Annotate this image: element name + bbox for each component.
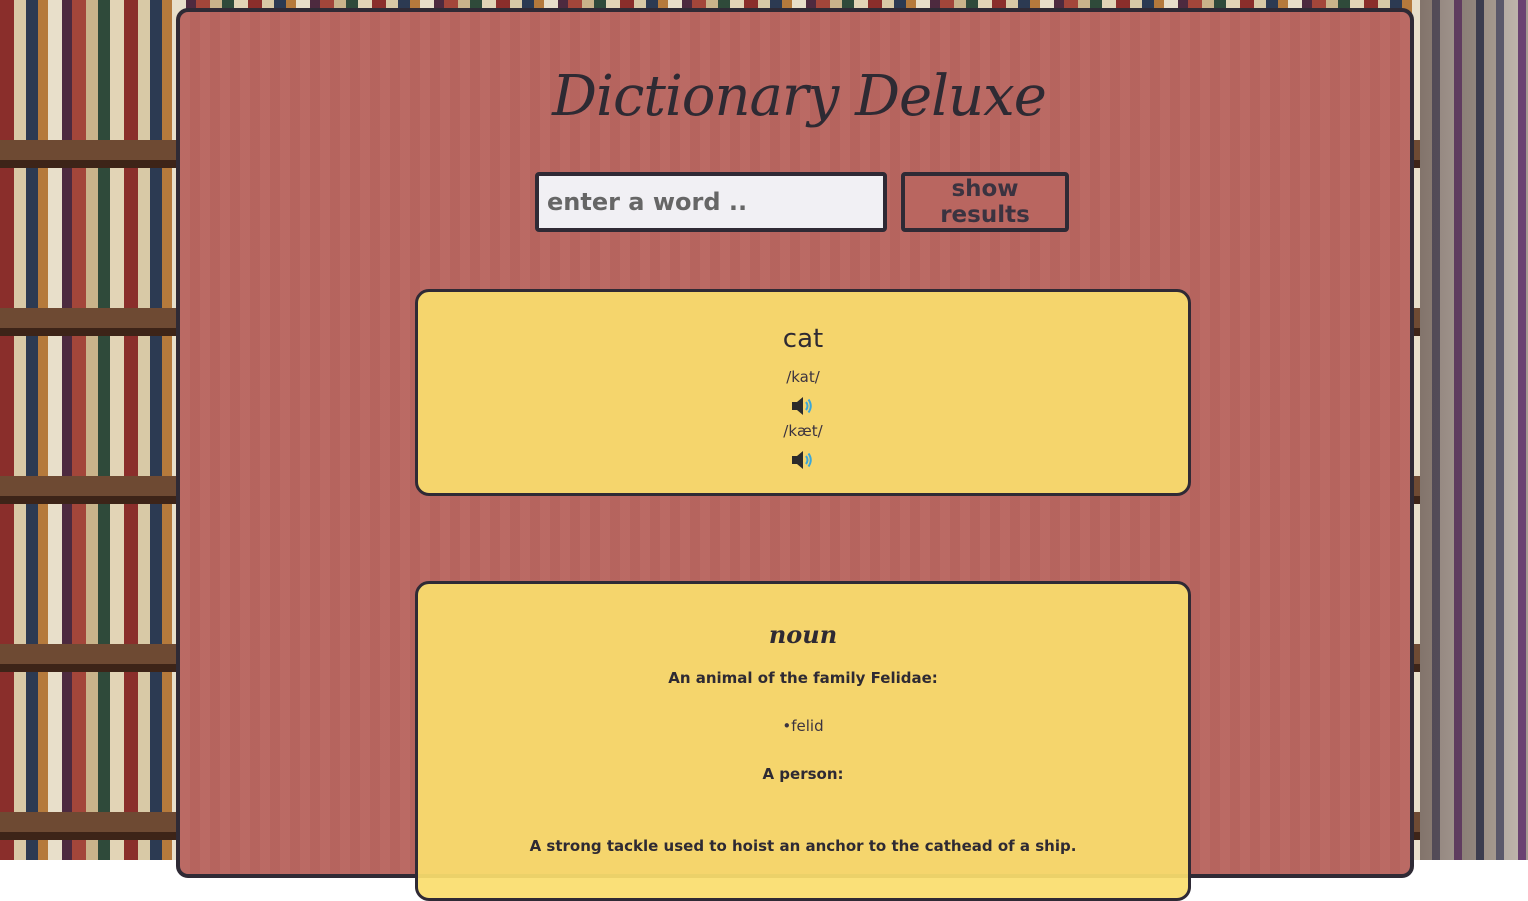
phonetic-text: /kæt/ <box>783 422 823 440</box>
synonym-text: •felid <box>782 717 824 735</box>
phonetic-text: /kat/ <box>786 368 820 386</box>
definition-text: An animal of the family Felidae: <box>668 669 938 687</box>
bookshelf-background-right <box>1420 0 1528 860</box>
show-results-button[interactable]: show results <box>901 172 1069 232</box>
speaker-icon[interactable] <box>790 395 816 417</box>
main-panel: Dictionary Deluxe show results cat /kat/… <box>176 8 1414 901</box>
meaning-card: noun An animal of the family Felidae: •f… <box>415 581 1191 901</box>
definition-text: A strong tackle used to hoist an anchor … <box>529 837 1077 855</box>
definition-text: A person: <box>762 765 844 783</box>
part-of-speech: noun <box>768 620 838 649</box>
search-input[interactable] <box>535 172 887 232</box>
word-card: cat /kat/ /kæt/ <box>415 289 1191 496</box>
app-title: Dictionary Deluxe <box>552 64 1047 129</box>
speaker-icon[interactable] <box>790 449 816 471</box>
word-heading: cat <box>782 324 824 354</box>
